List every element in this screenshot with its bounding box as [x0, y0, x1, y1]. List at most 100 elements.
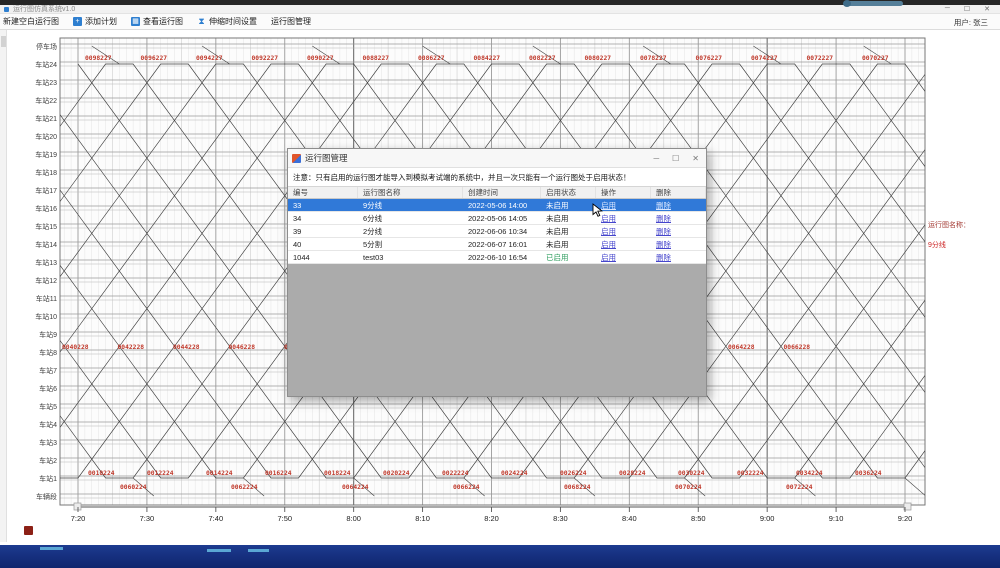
delete-link[interactable]: 删除 [656, 227, 671, 236]
app-title: 运行图仿真系统v1.0 [13, 5, 75, 14]
toolbar-item-5[interactable]: 运行图管理 [271, 16, 311, 27]
table-row-39[interactable]: 392分线2022-06-06 10:34未启用启用删除 [288, 225, 706, 238]
enable-link: 启用 [596, 226, 651, 237]
app-icon [4, 7, 9, 12]
table-header-cell: 启用状态 [541, 187, 596, 198]
active-diagram-label-value: 9分线 [928, 240, 970, 250]
grid-icon: ▦ [131, 17, 140, 26]
train-number-label: 0072227 [807, 55, 834, 62]
close-icon[interactable]: ✕ [984, 5, 990, 13]
dialog-titlebar[interactable]: 运行图管理 ─ ☐ ✕ [288, 149, 706, 168]
station-label-24: 车站2 [39, 456, 57, 465]
station-label-15: 车站11 [36, 294, 57, 303]
video-scrubber-dot[interactable] [843, 0, 851, 7]
train-number-label: 0042228 [118, 344, 145, 351]
time-tick-label: 7:40 [209, 514, 224, 523]
table-header-cell: 运行图名称 [358, 187, 463, 198]
station-label-11: 车站15 [35, 222, 57, 231]
toolbar-item-4[interactable]: ⧗伸缩时间设置 [197, 16, 257, 27]
delete-link: 删除 [651, 239, 706, 250]
delete-link: 删除 [651, 252, 706, 263]
time-tick-label: 7:50 [277, 514, 292, 523]
dialog-maximize-icon[interactable]: ☐ [672, 154, 679, 163]
dialog-minimize-icon[interactable]: ─ [653, 154, 659, 163]
train-number-label: 0024224 [501, 470, 528, 477]
diagram-manager-dialog: 运行图管理 ─ ☐ ✕ 注意：只有启用的运行图才能导入到模拟考试端的系统中，并且… [287, 148, 707, 397]
time-tick-label: 8:00 [346, 514, 361, 523]
enable-link: 启用 [596, 252, 651, 263]
minimize-icon[interactable]: ─ [945, 5, 950, 13]
hscroll-left-arrow[interactable] [74, 503, 81, 510]
cell-name: 2分线 [358, 226, 463, 237]
left-scrollbar-thumb[interactable] [1, 36, 6, 47]
toolbar-item-2[interactable]: +添加计划 [73, 16, 117, 27]
cell-name: 5分割 [358, 239, 463, 250]
enable-link[interactable]: 启用 [601, 227, 616, 236]
station-label-4: 车站22 [35, 96, 57, 105]
train-number-label: 0032224 [737, 470, 764, 477]
diagram-table: 编号运行图名称创建时间启用状态操作删除 339分线2022-05-06 14:0… [288, 187, 706, 264]
train-number-label: 0086227 [418, 55, 445, 62]
toolbar: 新建空白运行图 +添加计划 ▦查看运行图 ⧗伸缩时间设置 运行图管理 用户: 张三 [0, 14, 1000, 30]
train-number-label: 0020224 [383, 470, 410, 477]
toolbar-item-label: 新建空白运行图 [3, 16, 59, 27]
toolbar-item-label: 伸缩时间设置 [209, 16, 257, 27]
train-number-label: 0018224 [324, 470, 351, 477]
table-row-33[interactable]: 339分线2022-05-06 14:00未启用启用删除 [288, 199, 706, 212]
train-number-label: 0092227 [252, 55, 279, 62]
table-header-cell: 编号 [288, 187, 358, 198]
toolbar-item-1[interactable]: 新建空白运行图 [3, 16, 59, 27]
table-header-cell: 操作 [596, 187, 651, 198]
app-window: 运行图仿真系统v1.0 ─ ☐ ✕ 新建空白运行图 +添加计划 ▦查看运行图 ⧗伸缩时… [0, 0, 1000, 568]
train-number-label: 0090227 [307, 55, 334, 62]
table-row-34[interactable]: 346分线2022-05-06 14:05未启用启用删除 [288, 212, 706, 225]
delete-link[interactable]: 删除 [656, 201, 671, 210]
delete-link[interactable]: 删除 [656, 214, 671, 223]
station-label-7: 车站19 [35, 150, 57, 159]
enable-link[interactable]: 启用 [601, 240, 616, 249]
video-bottom-bar [0, 545, 1000, 568]
station-label-23: 车站3 [39, 438, 57, 447]
train-number-label: 0022224 [442, 470, 469, 477]
train-number-label: 0044228 [173, 344, 200, 351]
dialog-close-icon[interactable]: ✕ [692, 154, 699, 163]
user-label: 用户: 张三 [954, 17, 988, 28]
delete-link[interactable]: 删除 [656, 253, 671, 262]
train-number-label: 0062224 [231, 484, 258, 491]
time-tick-label: 7:20 [71, 514, 86, 523]
toolbar-item-3[interactable]: ▦查看运行图 [131, 16, 183, 27]
train-number-label: 0082227 [529, 55, 556, 62]
train-number-label: 0072224 [786, 484, 813, 491]
delete-link[interactable]: 删除 [656, 240, 671, 249]
cell-status: 已启用 [541, 252, 596, 263]
enable-link[interactable]: 启用 [601, 253, 616, 262]
train-number-label: 0074227 [751, 55, 778, 62]
enable-link: 启用 [596, 239, 651, 250]
train-number-label: 0080227 [585, 55, 612, 62]
bottom-bar-segment [207, 549, 231, 552]
dialog-window-controls: ─ ☐ ✕ [653, 154, 702, 163]
train-number-label: 0014224 [206, 470, 233, 477]
station-label-26: 车辆段 [36, 492, 57, 501]
time-tick-label: 8:40 [622, 514, 637, 523]
toolbar-item-label: 添加计划 [85, 16, 117, 27]
train-number-label: 0046228 [229, 344, 256, 351]
time-tick-label: 8:10 [415, 514, 430, 523]
delete-link: 删除 [651, 213, 706, 224]
train-number-label: 0066224 [453, 484, 480, 491]
station-label-5: 车站21 [35, 114, 57, 123]
table-row-40[interactable]: 405分割2022-06-07 16:01未启用启用删除 [288, 238, 706, 251]
train-number-label: 0034224 [796, 470, 823, 477]
mouse-cursor [592, 203, 605, 218]
time-tick-label: 7:30 [140, 514, 155, 523]
left-scrollbar[interactable] [0, 30, 7, 542]
time-tick-label: 9:10 [829, 514, 844, 523]
active-diagram-label-title: 运行图名称： [928, 220, 970, 230]
table-row-1044[interactable]: 1044test032022-06-10 16:54已启用启用删除 [288, 251, 706, 264]
station-label-10: 车站16 [35, 204, 57, 213]
train-number-label: 0064228 [728, 344, 755, 351]
video-scrubber[interactable] [845, 1, 903, 6]
titlebar: 运行图仿真系统v1.0 ─ ☐ ✕ [0, 5, 1000, 14]
cell-name: 6分线 [358, 213, 463, 224]
maximize-icon[interactable]: ☐ [964, 5, 970, 13]
